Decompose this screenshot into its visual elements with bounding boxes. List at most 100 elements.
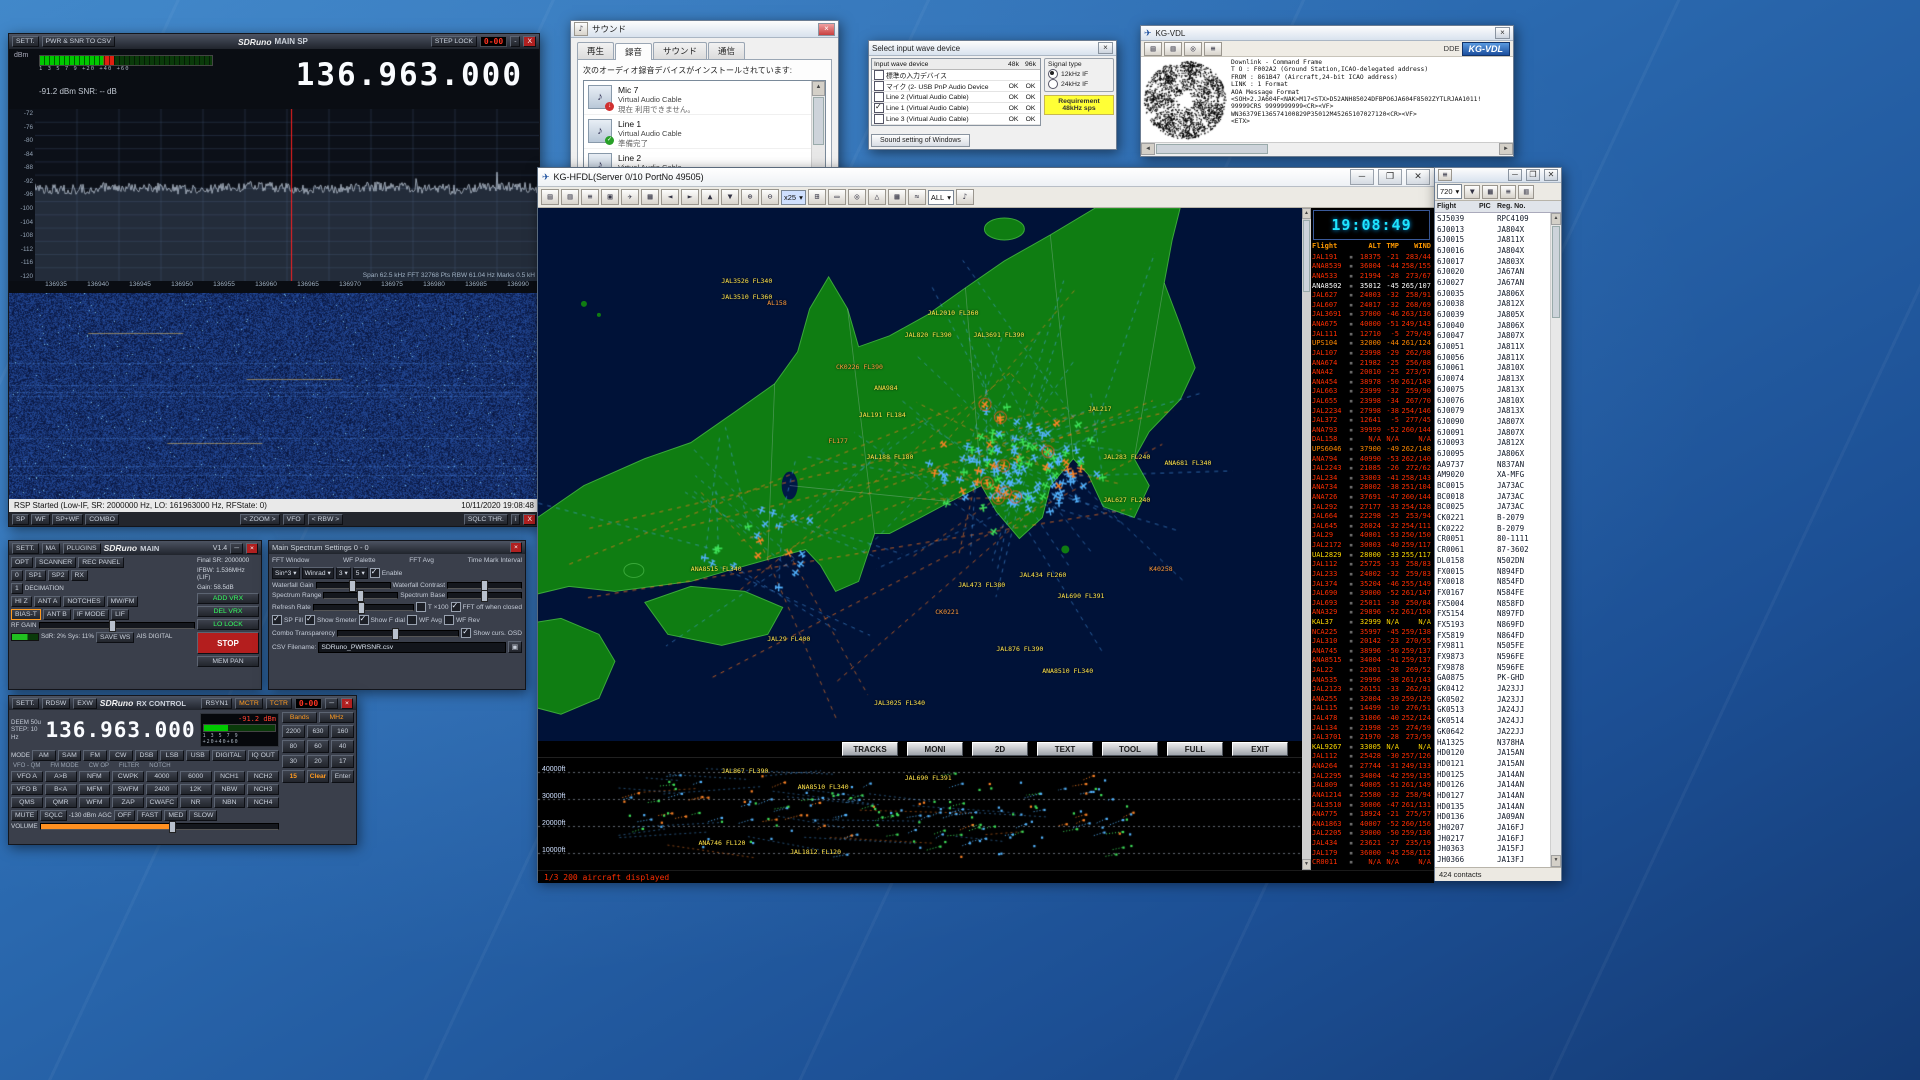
step-lock-button[interactable]: STEP LOCK	[431, 36, 477, 47]
contact-row[interactable]: FX5154 N897FD	[1435, 608, 1550, 619]
flight-row[interactable]: ANA454 ▪ 38978 -50 261/149	[1312, 377, 1431, 387]
rsyn1-button[interactable]: RSYN1	[201, 698, 232, 709]
ant-b-button[interactable]: ANT B	[43, 609, 71, 620]
spectrum-display[interactable]: -72-76-80-84-88-92-96-100-104-108-112-11…	[9, 109, 539, 281]
rings-icon[interactable]: ◎	[1184, 42, 1202, 56]
contact-row[interactable]: JH0366 JA13FJ	[1435, 854, 1550, 865]
option-24khz[interactable]: 24kHz IF	[1048, 79, 1110, 89]
scroll-up-icon[interactable]: ▲	[812, 81, 825, 96]
contact-row[interactable]: 6J0076 JA810X	[1435, 395, 1550, 406]
rx-button[interactable]: QMR	[45, 797, 77, 808]
rx-button[interactable]: NCH4	[247, 797, 279, 808]
flight-row[interactable]: JAL111 ▪ 12710 -5 279/49	[1312, 329, 1431, 339]
flight-row[interactable]: JAL2123 ▪ 26151 -33 262/91	[1312, 684, 1431, 694]
sett-button[interactable]: SETT.	[12, 698, 39, 709]
waterfall-canvas[interactable]	[9, 293, 537, 499]
device-checkbox[interactable]	[874, 92, 884, 102]
sett-button[interactable]: SETT.	[12, 36, 39, 47]
display-mode-button[interactable]: WF	[31, 514, 50, 525]
tab-sounds[interactable]: サウンド	[653, 42, 707, 59]
mode-button[interactable]: FM	[83, 750, 107, 761]
contact-row[interactable]: 6J0020 JA67AN	[1435, 266, 1550, 277]
save-icon[interactable]: ▥	[1164, 42, 1182, 56]
sqlc-threshold-button[interactable]: SQLC THR.	[464, 514, 508, 525]
contact-row[interactable]: HD0136 JA09AN	[1435, 812, 1550, 823]
contact-row[interactable]: GK0514 JA24JJ	[1435, 715, 1550, 726]
contact-row[interactable]: GK0412 JA23JJ	[1435, 683, 1550, 694]
fft-window-select[interactable]: Sin^3▾	[272, 567, 300, 579]
flight-row[interactable]: ANA794 ▪ 40990 -53 262/140	[1312, 454, 1431, 464]
band-key[interactable]: 160	[331, 725, 354, 738]
sp-range-slider[interactable]	[323, 592, 398, 599]
mode-button[interactable]: USB	[186, 750, 210, 761]
close-icon[interactable]: ✕	[1406, 169, 1430, 185]
refresh-rate-slider[interactable]	[313, 604, 414, 611]
flight-row[interactable]: JAL2243 ▪ 21085 -26 272/62	[1312, 463, 1431, 473]
notches-button[interactable]: NOTCHES	[63, 596, 104, 607]
view-button[interactable]: TEXT	[1037, 742, 1093, 756]
close-sp-button[interactable]: X	[523, 514, 536, 525]
contact-row[interactable]: FX5193 N869FD	[1435, 619, 1550, 630]
sett-button[interactable]: SETT.	[12, 543, 39, 554]
contact-row[interactable]: DL0158 N502DN	[1435, 555, 1550, 566]
filter-all-select[interactable]: ALL▾	[928, 190, 954, 205]
wf-rev-checkbox[interactable]	[444, 615, 454, 625]
minimize-button[interactable]: ─	[325, 698, 338, 709]
rx-button[interactable]: VFO A	[11, 771, 43, 782]
flight-list-scrollbar[interactable]: ▲ ▼	[1302, 208, 1311, 870]
flight-row[interactable]: JAL292 ▪ 27177 -33 254/128	[1312, 502, 1431, 512]
flight-row[interactable]: JAL2234 ▪ 27998 -38 254/146	[1312, 406, 1431, 416]
rx-button[interactable]: A>B	[45, 771, 77, 782]
input-device-titlebar[interactable]: Select input wave device ×	[869, 41, 1116, 56]
flight-row[interactable]: DAL158 ▪ N/A N/A N/A	[1312, 435, 1431, 445]
contact-row[interactable]: 6J0035 JA806X	[1435, 288, 1550, 299]
close-icon[interactable]: ×	[1098, 42, 1113, 54]
input-device-row[interactable]: 標準の入力デバイス	[872, 70, 1040, 81]
contact-row[interactable]: FX5819 N864FD	[1435, 630, 1550, 641]
close-button[interactable]: ×	[510, 542, 522, 553]
hfdl-titlebar[interactable]: ✈ KG-HFDL(Server 0/10 PortNo 49505) ─ ❐ …	[538, 168, 1434, 187]
maximize-icon[interactable]: ❐	[1526, 169, 1540, 181]
minimize-button[interactable]: ─	[230, 543, 243, 554]
band-key[interactable]: 30	[282, 755, 305, 768]
rx-button[interactable]: SWFM	[112, 784, 144, 795]
contact-row[interactable]: 6J0075 JA813X	[1435, 384, 1550, 395]
frequency-display[interactable]: 136.963.000	[296, 57, 523, 93]
radio-12khz[interactable]	[1048, 69, 1058, 79]
flight-row[interactable]: UAL2829 ▪ 28000 -33 255/117	[1312, 550, 1431, 560]
flight-row[interactable]: JAL645 ▪ 26024 -32 254/111	[1312, 521, 1431, 531]
flight-row[interactable]: ANA8539 ▪ 36004 -44 258/155	[1312, 262, 1431, 272]
rx-button[interactable]: NCH2	[247, 771, 279, 782]
flight-row[interactable]: JAL374 ▪ 35204 -46 255/149	[1312, 579, 1431, 589]
flight-row[interactable]: JAL29 ▪ 40001 -53 250/150	[1312, 531, 1431, 541]
print-icon[interactable]: ▣	[601, 189, 619, 205]
rx-button[interactable]: B<A	[45, 784, 77, 795]
scrollbar-thumb[interactable]	[1156, 144, 1268, 154]
columns-icon[interactable]: ▦	[1482, 185, 1498, 199]
flight-row[interactable]: JAL310 ▪ 20142 -23 270/55	[1312, 636, 1431, 646]
contact-row[interactable]: 6J0051 JA811X	[1435, 341, 1550, 352]
contact-row[interactable]: CR0061 87-3602	[1435, 544, 1550, 555]
option-12khz[interactable]: 12kHz IF	[1048, 69, 1110, 79]
save-icon[interactable]: ▥	[1518, 185, 1534, 199]
contact-row[interactable]: FX0167 N584FE	[1435, 587, 1550, 598]
t100-checkbox[interactable]	[416, 602, 426, 612]
agc-fast-button[interactable]: FAST	[137, 810, 162, 821]
close-icon[interactable]: ✕	[1544, 169, 1558, 181]
flight-row[interactable]: ANA1863 ▪ 40007 -52 260/156	[1312, 819, 1431, 829]
rx-frequency-display[interactable]: 136.963.000	[46, 718, 196, 742]
flight-row[interactable]: JAL690 ▪ 39000 -52 261/147	[1312, 588, 1431, 598]
browse-icon[interactable]: ▣	[508, 641, 522, 653]
flight-row[interactable]: ANA674 ▪ 21982 -25 256/88	[1312, 358, 1431, 368]
mode-button[interactable]: AM	[32, 750, 56, 761]
rx-button[interactable]: NCH3	[247, 784, 279, 795]
pwr-snr-csv-button[interactable]: PWR & SNR TO CSV	[42, 36, 115, 47]
main-sp-titlebar[interactable]: SETT. PWR & SNR TO CSV SDRuno MAIN SP ST…	[9, 34, 539, 49]
radar-map[interactable]: JAL3526 FL340JAL3510 FL360AL158JAL2010 F…	[538, 208, 1302, 741]
flight-row[interactable]: ANA533 ▪ 21994 -28 273/67	[1312, 271, 1431, 281]
device-checkbox[interactable]	[874, 114, 884, 124]
contact-row[interactable]: 6J0090 JA807X	[1435, 416, 1550, 427]
flight-row[interactable]: JAL3691 ▪ 37000 -46 263/136	[1312, 310, 1431, 320]
contact-row[interactable]: 6J0027 JA67AN	[1435, 277, 1550, 288]
mhz-tab[interactable]: MHz	[319, 712, 354, 723]
